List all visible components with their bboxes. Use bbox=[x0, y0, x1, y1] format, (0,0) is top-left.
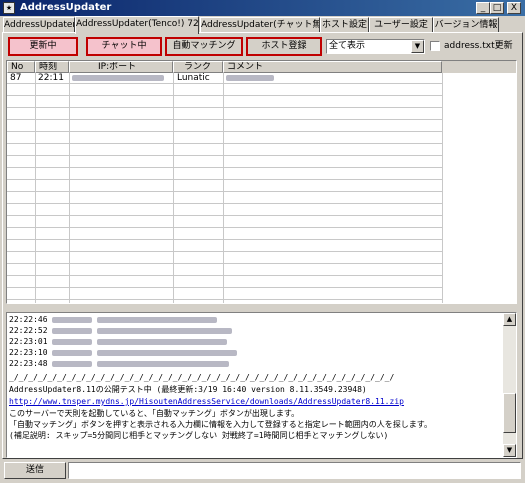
minimize-button[interactable]: _ bbox=[476, 2, 490, 14]
list-header: No 時刻 IP:ポート ランク コメント bbox=[7, 61, 516, 73]
tab-version-info[interactable]: バージョン情報 bbox=[433, 17, 499, 33]
address-update-checkbox[interactable] bbox=[430, 41, 440, 51]
host-list[interactable]: No 時刻 IP:ポート ランク コメント 87 22:11 Lunatic bbox=[6, 60, 517, 304]
chat-button[interactable]: チャット中 bbox=[86, 37, 162, 56]
update-button[interactable]: 更新中 bbox=[8, 37, 78, 56]
app-icon: ★ bbox=[3, 2, 15, 14]
column-ip-port[interactable]: IP:ポート bbox=[69, 61, 173, 73]
log-line: 22:23:10 bbox=[9, 348, 238, 358]
tab-addressupdater-nochat[interactable]: AddressUpdater(チャット無し) bbox=[200, 17, 320, 33]
log-info-line-2: 「自動マッチング」ボタンを押すと表示される入力欄に情報を入力して登録すると指定レ… bbox=[9, 420, 432, 429]
log-line: 22:23:48 bbox=[9, 359, 230, 369]
log-version-line: AddressUpdater8.11の公開テスト中 (最終更新:3/19 16:… bbox=[9, 385, 367, 394]
filter-select[interactable]: 全て表示 ▼ bbox=[326, 39, 425, 54]
row-time: 22:11 bbox=[38, 73, 64, 83]
table-row[interactable]: 87 22:11 Lunatic bbox=[7, 73, 442, 84]
log-line: 22:23:01 bbox=[9, 337, 228, 347]
column-time[interactable]: 時刻 bbox=[35, 61, 69, 73]
log-info-line-1: このサーバーで天則を起動していると、「自動マッチング」ボタンが出現します。 bbox=[9, 409, 300, 418]
window-title: AddressUpdater bbox=[20, 2, 112, 13]
row-ip-port-redacted bbox=[69, 73, 173, 84]
row-no: 87 bbox=[10, 73, 22, 83]
scroll-thumb[interactable] bbox=[503, 393, 516, 433]
log-scrollbar[interactable]: ▲ ▼ bbox=[503, 313, 516, 457]
column-no[interactable]: No bbox=[7, 61, 35, 73]
tab-host-settings[interactable]: ホスト設定 bbox=[320, 17, 369, 33]
send-button[interactable]: 送信 bbox=[4, 462, 66, 479]
log-divider: _/_/_/_/_/_/_/_/_/_/_/_/_/_/_/_/_/_/_/_/… bbox=[9, 373, 395, 382]
tab-user-settings[interactable]: ユーザー設定 bbox=[369, 17, 433, 33]
auto-match-button[interactable]: 自動マッチング bbox=[165, 37, 243, 56]
log-line: 22:22:52 bbox=[9, 326, 233, 336]
tab-addressupdater-tenco[interactable]: AddressUpdater(Tenco!) 72人 bbox=[75, 16, 199, 34]
column-rank[interactable]: ランク bbox=[173, 61, 223, 73]
chat-input[interactable] bbox=[68, 462, 521, 479]
row-comment-redacted bbox=[223, 73, 442, 84]
title-bar: ★ AddressUpdater _ □ X bbox=[0, 0, 525, 16]
row-rank: Lunatic bbox=[177, 73, 210, 83]
scroll-up-icon[interactable]: ▲ bbox=[503, 313, 516, 326]
chat-log[interactable]: 22:22:46 22:22:52 22:23:01 22:23:10 22:2… bbox=[6, 312, 517, 458]
log-line: 22:22:46 bbox=[9, 315, 218, 325]
close-button[interactable]: X bbox=[507, 2, 521, 14]
tab-addressupdater[interactable]: AddressUpdater bbox=[3, 17, 75, 33]
maximize-button[interactable]: □ bbox=[490, 2, 504, 14]
address-update-label: address.txt更新 bbox=[444, 41, 513, 51]
host-register-button[interactable]: ホスト登録 bbox=[246, 37, 322, 56]
column-comment[interactable]: コメント bbox=[223, 61, 442, 73]
chevron-down-icon[interactable]: ▼ bbox=[411, 40, 424, 53]
scroll-down-icon[interactable]: ▼ bbox=[503, 444, 516, 457]
download-link[interactable]: http://www.tnsper.mydns.jp/HisoutenAddre… bbox=[9, 397, 404, 407]
filter-select-value: 全て表示 bbox=[329, 41, 366, 51]
log-info-line-3: (補足説明: スキップ=5分間同じ相手とマッチングしない 対戦終了=1時間同じ相… bbox=[9, 431, 389, 440]
